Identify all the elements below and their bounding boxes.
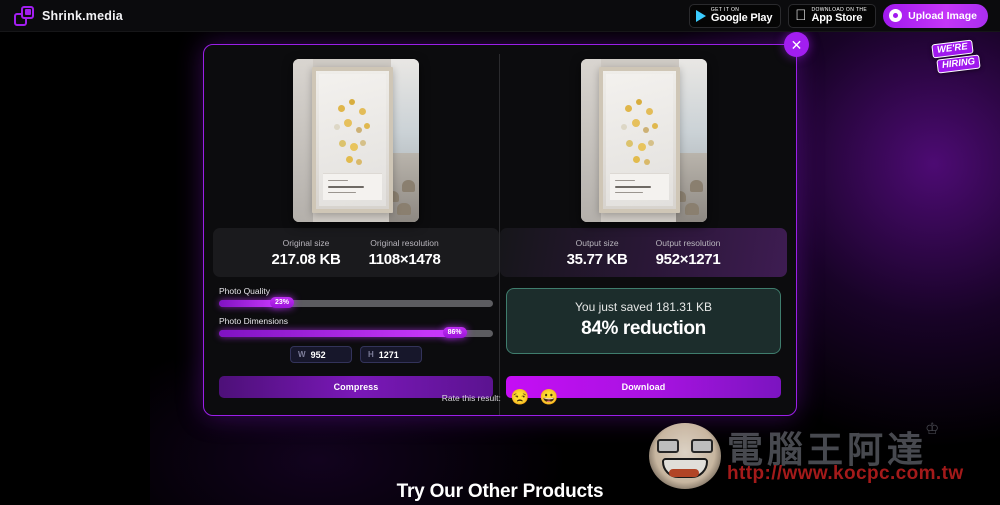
upload-image-label: Upload Image [908,9,977,22]
brand-name: Shrink.media [42,8,123,23]
photo-quality-block: Photo Quality 23% [213,286,499,308]
original-stats-panel: Original size 217.08 KB Original resolut… [213,228,499,277]
width-value: 952 [310,349,326,360]
original-resolution-stat: Original resolution 1108×1478 [369,238,441,268]
we-are-hiring-badge[interactable]: WE'RE HIRING [928,39,994,80]
navbar-actions: GET IT ON Google Play  Download on the … [688,3,992,28]
rate-result-label: Rate this result: [441,392,501,403]
compression-result-modal: ✕ Original size 217.08 KB Original resol… [203,32,809,416]
height-key: H [368,350,374,359]
google-play-label: Google Play [710,11,773,24]
output-resolution-stat: Output resolution 952×1271 [656,238,721,268]
savings-amount-text: You just saved 181.31 KB [575,300,712,314]
photo-dimensions-label: Photo Dimensions [219,316,288,326]
google-play-icon [695,9,706,22]
photo-quality-label: Photo Quality [219,286,271,296]
watermark-mascot-icon [649,423,721,489]
output-stats-panel: Output size 35.77 KB Output resolution 9… [500,228,787,277]
height-input[interactable]: H 1271 [360,346,422,363]
width-input[interactable]: W 952 [290,346,352,363]
dimension-inputs: W 952 H 1271 [290,346,422,363]
original-pane: Original size 217.08 KB Original resolut… [213,54,500,415]
original-thumbnail[interactable] [293,58,419,222]
output-resolution-label: Output resolution [655,238,721,248]
output-thumbnail-wrap [500,54,787,222]
photo-dimensions-slider[interactable]: 86% [219,327,493,338]
width-key: W [298,350,306,359]
watermark-site-name: 電腦王阿達 [727,430,928,471]
modal-panes: Original size 217.08 KB Original resolut… [204,45,796,415]
original-resolution-value: 1108×1478 [368,251,441,268]
app-store-button[interactable]:  Download on the App Store [788,3,877,28]
apple-icon:  [795,8,806,23]
crown-icon: ♔ [925,421,940,438]
photo-dimensions-block: Photo Dimensions 86% [213,316,499,338]
savings-wrap: You just saved 181.31 KB 84% reduction [500,277,787,354]
output-size-value: 35.77 KB [566,251,628,268]
rate-negative-emoji-icon[interactable]: 😒 [511,390,530,405]
photo-quality-slider[interactable]: 23% [219,297,493,308]
original-size-stat: Original size 217.08 KB [272,238,341,268]
google-play-button[interactable]: GET IT ON Google Play [688,3,782,28]
original-size-label: Original size [282,238,330,248]
close-icon[interactable]: ✕ [784,32,809,57]
upload-image-button[interactable]: Upload Image [883,3,988,28]
output-thumbnail[interactable] [580,58,707,222]
other-products-title: Try Our Other Products [396,481,604,502]
output-resolution-value: 952×1271 [655,251,721,268]
original-thumbnail-wrap [213,54,499,222]
navbar: Shrink.media GET IT ON Google Play  Dow… [0,0,1000,32]
shrink-logo-icon [14,5,34,26]
app-store-label: App Store [811,11,863,24]
savings-percent-text: 84% reduction [581,318,706,339]
height-value: 1271 [378,349,399,360]
photo-quality-value[interactable]: 23% [270,297,295,308]
page-root: Shrink.media GET IT ON Google Play  Dow… [0,0,1000,505]
output-pane: Output size 35.77 KB Output resolution 9… [500,54,787,415]
rate-positive-emoji-icon[interactable]: 😀 [540,390,559,405]
original-size-value: 217.08 KB [271,251,341,268]
rate-result-row: Rate this result: 😒 😀 [204,390,796,405]
output-size-label: Output size [575,238,619,248]
output-size-stat: Output size 35.77 KB [567,238,628,268]
original-resolution-label: Original resolution [370,238,439,248]
upload-circle-icon [889,9,903,22]
photo-dimensions-value[interactable]: 86% [442,327,467,338]
hiring-line-2: HIRING [936,54,981,74]
brand[interactable]: Shrink.media [8,5,123,26]
savings-panel: You just saved 181.31 KB 84% reduction [506,288,781,354]
